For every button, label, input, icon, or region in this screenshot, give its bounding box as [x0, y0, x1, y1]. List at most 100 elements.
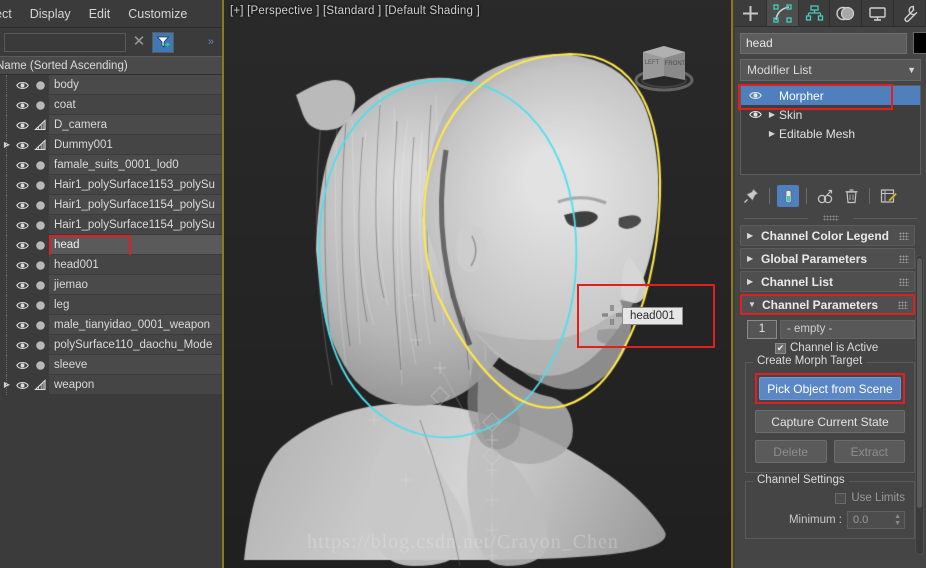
command-panel-scrollbar[interactable]	[915, 255, 924, 555]
scene-node-row[interactable]: D_camera	[0, 115, 222, 135]
menu-item-edit[interactable]: Edit	[80, 4, 120, 24]
visibility-eye-icon[interactable]	[14, 355, 31, 375]
scene-node-row[interactable]: sleeve	[0, 355, 222, 375]
rollout-header[interactable]: ▼ Channel Parameters	[740, 294, 915, 315]
expand-triangle-icon[interactable]: ▶	[0, 135, 14, 155]
modifier-enable-eye-icon[interactable]	[745, 109, 765, 120]
scene-node-row[interactable]: Hair1_polySurface1154_polySu	[0, 195, 222, 215]
channel-is-active-row[interactable]: ✔ Channel is Active	[775, 342, 926, 354]
tab-utilities[interactable]	[894, 0, 926, 26]
visibility-eye-icon[interactable]	[14, 195, 31, 215]
scene-node-name-cell[interactable]: polySurface110_daochu_Mode	[49, 335, 222, 355]
clear-search-icon[interactable]: ✕	[131, 34, 147, 50]
visibility-eye-icon[interactable]	[14, 315, 31, 335]
scene-node-name-cell[interactable]: body	[49, 75, 222, 95]
scene-node-name-cell[interactable]: head001	[49, 255, 222, 275]
scene-node-row[interactable]: jiemao	[0, 275, 222, 295]
modifier-stack-row[interactable]: ▶ Skin	[741, 105, 920, 124]
visibility-eye-icon[interactable]	[14, 115, 31, 135]
tab-modify[interactable]	[766, 0, 799, 26]
expand-triangle-icon[interactable]: ▶	[765, 110, 779, 119]
scene-node-name-cell[interactable]: coat	[49, 95, 222, 115]
scene-node-row[interactable]: leg	[0, 295, 222, 315]
visibility-eye-icon[interactable]	[14, 255, 31, 275]
modifier-stack-row[interactable]: Morpher	[741, 86, 920, 105]
scene-node-name-cell[interactable]: famale_suits_0001_lod0	[49, 155, 222, 175]
capture-current-state-button[interactable]: Capture Current State	[755, 410, 905, 433]
scene-node-row[interactable]: head001	[0, 255, 222, 275]
modifier-stack-row[interactable]: ▶ Editable Mesh	[741, 124, 920, 143]
pick-object-from-scene-button[interactable]: Pick Object from Scene	[759, 377, 901, 400]
delete-button[interactable]: Delete	[755, 440, 827, 463]
channel-name-field[interactable]: - empty -	[780, 319, 915, 339]
scrollbar-thumb[interactable]	[917, 258, 922, 508]
remove-modifier-icon[interactable]	[840, 185, 862, 207]
visibility-eye-icon[interactable]	[14, 95, 31, 115]
rollout-header[interactable]: ▶ Channel List	[740, 271, 915, 292]
tab-hierarchy[interactable]	[799, 0, 831, 26]
rollout-header[interactable]: ▶ Channel Color Legend	[740, 225, 915, 246]
scene-node-list[interactable]: body coat D_camera ▶ Dummy001 famale_suits_00…	[0, 75, 222, 535]
expand-triangle-icon[interactable]: ▶	[0, 375, 14, 395]
visibility-eye-icon[interactable]	[14, 155, 31, 175]
rollout-grip-icon[interactable]	[899, 231, 909, 240]
menu-item-customize[interactable]: Customize	[119, 4, 196, 24]
scene-node-name-cell[interactable]: head	[49, 235, 222, 255]
spinner-arrows-icon[interactable]: ▲ ▼	[894, 513, 901, 527]
visibility-eye-icon[interactable]	[14, 275, 31, 295]
expand-triangle-icon[interactable]: ▶	[765, 129, 779, 138]
scene-node-row[interactable]: Hair1_polySurface1154_polySu	[0, 215, 222, 235]
menu-item-display[interactable]: Display	[21, 4, 80, 24]
viewport-label[interactable]: [+] [Perspective ] [Standard ] [Default …	[230, 5, 480, 17]
tab-create[interactable]	[735, 0, 767, 26]
visibility-eye-icon[interactable]	[14, 295, 31, 315]
scene-node-row[interactable]: coat	[0, 95, 222, 115]
extract-button[interactable]: Extract	[833, 440, 905, 463]
show-end-result-icon[interactable]	[777, 185, 799, 207]
rollout-grip-icon[interactable]	[898, 300, 908, 309]
scene-node-row[interactable]: polySurface110_daochu_Mode	[0, 335, 222, 355]
configure-sets-icon[interactable]	[877, 185, 899, 207]
scene-node-row[interactable]: Hair1_polySurface1153_polySu	[0, 175, 222, 195]
scene-node-row[interactable]: male_tianyidao_0001_weapon	[0, 315, 222, 335]
channel-index-field[interactable]: 1	[747, 319, 777, 339]
visibility-eye-icon[interactable]	[14, 75, 31, 95]
channel-is-active-checkbox[interactable]: ✔	[775, 342, 786, 354]
modifier-enable-eye-icon[interactable]	[745, 90, 765, 101]
perspective-viewport[interactable]: [+] [Perspective ] [Standard ] [Default …	[222, 0, 733, 568]
tab-motion[interactable]	[830, 0, 863, 26]
visibility-eye-icon[interactable]	[14, 215, 31, 235]
scene-node-name-cell[interactable]: D_camera	[49, 115, 222, 135]
scene-node-name-cell[interactable]: Dummy001	[49, 135, 222, 155]
modifier-stack[interactable]: Morpher ▶ Skin ▶ Editable Mesh	[740, 85, 921, 175]
scene-node-name-cell[interactable]: weapon	[49, 375, 222, 395]
expand-more-icon[interactable]: »	[208, 36, 214, 48]
rollout-header[interactable]: ▶ Global Parameters	[740, 248, 915, 269]
scene-node-name-cell[interactable]: sleeve	[49, 355, 222, 375]
scene-node-name-cell[interactable]: Hair1_polySurface1153_polySu	[49, 175, 222, 195]
tab-display[interactable]	[862, 0, 895, 26]
minimum-spinner[interactable]: 0.0 ▲ ▼	[847, 511, 905, 529]
scene-node-name-cell[interactable]: male_tianyidao_0001_weapon	[49, 315, 222, 335]
scene-node-row[interactable]: famale_suits_0001_lod0	[0, 155, 222, 175]
make-unique-icon[interactable]	[814, 185, 836, 207]
panel-resize-grip[interactable]	[740, 213, 921, 223]
use-limits-checkbox[interactable]	[835, 492, 847, 504]
scene-node-name-cell[interactable]: leg	[49, 295, 222, 315]
visibility-eye-icon[interactable]	[14, 235, 31, 255]
object-name-field[interactable]	[740, 32, 907, 54]
scene-node-name-cell[interactable]: jiemao	[49, 275, 222, 295]
use-limits-row[interactable]: Use Limits	[755, 492, 905, 504]
rollout-grip-icon[interactable]	[899, 277, 909, 286]
scene-node-name-cell[interactable]: Hair1_polySurface1154_polySu	[49, 195, 222, 215]
search-input[interactable]	[4, 32, 126, 52]
pin-stack-icon[interactable]	[740, 185, 762, 207]
visibility-eye-icon[interactable]	[14, 335, 31, 355]
rollout-grip-icon[interactable]	[899, 254, 909, 263]
modifier-list-dropdown[interactable]: Modifier List ▼	[740, 59, 921, 81]
explorer-column-header[interactable]: Name (Sorted Ascending)	[0, 56, 222, 75]
scene-node-row[interactable]: body	[0, 75, 222, 95]
scene-node-row[interactable]: head	[0, 235, 222, 255]
visibility-eye-icon[interactable]	[14, 375, 31, 395]
visibility-eye-icon[interactable]	[14, 175, 31, 195]
